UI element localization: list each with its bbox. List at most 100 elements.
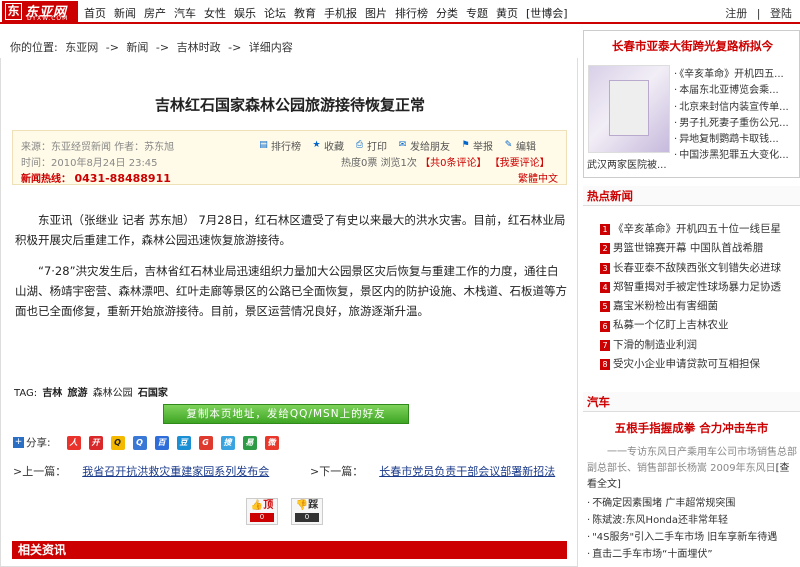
nav-item-yellowpages[interactable]: 黄页 (496, 5, 518, 21)
nav-item-mobile[interactable]: 手机报 (324, 5, 357, 21)
user-links: 注册 | 登陆 (719, 5, 792, 21)
list-item[interactable]: 北京来封信内装宣传单... (674, 100, 798, 116)
rank-badge: 2 (600, 243, 610, 255)
rank-badge: 5 (600, 301, 610, 313)
list-item[interactable]: 5 嘉宝米粉检出有害细菌 (600, 297, 781, 316)
my-comment-link[interactable]: 【我要评论】 (490, 158, 550, 169)
vote-up-button[interactable]: 👍顶 0 (246, 498, 278, 525)
share-sohu-icon[interactable]: 搜 (220, 435, 235, 450)
list-item[interactable]: 本届东北亚博览会乘... (674, 83, 798, 99)
list-item[interactable]: 7 下滑的制造业利润 (600, 336, 781, 355)
list-item[interactable]: 中国涉黑犯罪五大变化... (674, 148, 798, 164)
nav-item-education[interactable]: 教育 (294, 5, 316, 21)
tag-item[interactable]: 吉林 (42, 388, 62, 399)
share-baidu-icon[interactable]: 百 (154, 435, 169, 450)
article-tags: TAG: 吉林 旅游 森林公园 石国家 (12, 384, 168, 399)
site-logo[interactable]: 东 东亚网 DYXW.COM (2, 1, 78, 22)
hot-news-title: 《辛亥革命》开机四五十位一线巨星 (613, 223, 781, 235)
share-renren-icon[interactable]: 人 (66, 435, 81, 450)
promo-title[interactable]: 长春市亚泰大街跨光复路桥拟今 (584, 38, 800, 54)
list-item[interactable]: 《辛亥革命》开机四五... (674, 67, 798, 83)
list-item[interactable]: 4 郑智重揭对手被定性球场暴力足协透 (600, 278, 781, 297)
next-label: >下一篇： (310, 465, 364, 478)
share-qq-icon[interactable]: Q (110, 435, 125, 450)
edit-tool[interactable]: ✎ 编辑 (503, 138, 536, 153)
hot-news-title: 受灾小企业申请贷款可互相担保 (613, 358, 760, 371)
share-qqzone-icon[interactable]: Q (132, 435, 147, 450)
copy-url-button[interactable]: 复制本页地址，发给QQ/MSN上的好友 (163, 404, 409, 424)
nav-item-home[interactable]: 首页 (84, 5, 106, 21)
comment-count-link[interactable]: 【共0条评论】 (420, 158, 486, 169)
share-label-text: 分享: (26, 437, 51, 449)
favorite-tool[interactable]: ★ 收藏 (311, 138, 344, 153)
nav-item-entertainment[interactable]: 娱乐 (234, 5, 256, 21)
nav-item-expo[interactable]: [世博会] (526, 5, 568, 21)
article-tools: ▤ 排行榜 ★ 收藏 ⎙ 打印 ✉ 发给朋友 ⚑ 举报 ✎ 编辑 (258, 138, 546, 153)
nav-item-pictures[interactable]: 图片 (365, 5, 387, 21)
promo-image[interactable] (588, 65, 670, 153)
nav-item-forum[interactable]: 论坛 (264, 5, 286, 21)
list-item[interactable]: 异地复制鹦鹉卡取钱... (674, 132, 798, 148)
auto-summary: 一一专访东风日产乘用车公司市场销售总部副总部长、销售部部长杨嵩 2009年东风日… (587, 445, 797, 493)
nav-item-classified[interactable]: 分类 (436, 5, 458, 21)
breadcrumb-home[interactable]: 东亚网 (65, 41, 98, 54)
promo-caption[interactable]: 武汉两家医院被... (587, 156, 667, 171)
report-tool[interactable]: ⚑ 举报 (460, 138, 493, 153)
list-item[interactable]: 直击二手车市场“十面埋伏” (587, 546, 777, 563)
send-friend-tool[interactable]: ✉ 发给朋友 (397, 138, 450, 153)
hot-news-title: 男篮世锦赛开幕 中国队首战希腊 (613, 242, 764, 255)
list-item[interactable]: 2 男篮世锦赛开幕 中国队首战希腊 (600, 239, 781, 258)
rank-badge: 6 (600, 320, 610, 332)
list-item[interactable]: 6 私募一个亿盯上吉林农业 (600, 316, 781, 335)
edit-icon: ✎ (504, 140, 513, 150)
tag-item[interactable]: 石国家 (138, 388, 168, 399)
hotline-label: 新闻热线： (21, 174, 71, 185)
print-tool[interactable]: ⎙ 打印 (354, 138, 387, 153)
article-paragraph: 东亚讯（张继业 记者 苏东旭） 7月28日，红石林区遭受了有史以来最大的洪水灾害… (15, 213, 566, 247)
list-item[interactable]: 8 受灾小企业申请贷款可互相担保 (600, 355, 781, 374)
auto-headline[interactable]: 五根手指握成拳 合力冲击车市 (583, 420, 800, 436)
breadcrumb-politics[interactable]: 吉林时政 (177, 41, 221, 54)
vote-down-button[interactable]: 👎踩 0 (291, 498, 323, 525)
nav-item-ranking[interactable]: 排行榜 (395, 5, 428, 21)
article-paragraph: “7·28”洪灾发生后，吉林省红石林业局迅速组织力量加大公园景区灾后恢复与重建工… (15, 264, 567, 318)
ranking-tool[interactable]: ▤ 排行榜 (258, 138, 301, 153)
nav-item-auto[interactable]: 汽车 (174, 5, 196, 21)
list-item[interactable]: 男子扎死妻子重伤公兄... (674, 116, 798, 132)
nav-item-housing[interactable]: 房产 (144, 5, 166, 21)
thumbs-down-icon: 👎踩 (295, 500, 319, 511)
rank-badge: 4 (600, 282, 610, 294)
nav-item-topics[interactable]: 专题 (466, 5, 488, 21)
traditional-chinese-link[interactable]: 繁體中文 (518, 170, 558, 185)
tag-item[interactable]: 旅游 (68, 388, 88, 399)
share-bar: + 分享: 人 开 Q Q 百 豆 G 搜 易 微 (13, 435, 287, 450)
tool-label: 收藏 (324, 142, 344, 153)
share-netease-icon[interactable]: 易 (242, 435, 257, 450)
tag-item[interactable]: 森林公园 (93, 388, 133, 399)
register-link[interactable]: 注册 (725, 7, 747, 20)
tool-label: 举报 (473, 142, 493, 153)
breadcrumb-news[interactable]: 新闻 (126, 41, 148, 54)
list-item[interactable]: "4S服务"引入二手车市场 旧车享新车待遇 (587, 529, 777, 546)
auto-section-header: 汽车 (583, 392, 800, 412)
promo-box: 长春市亚泰大街跨光复路桥拟今 武汉两家医院被... 《辛亥革命》开机四五... … (583, 30, 800, 178)
list-item[interactable]: 不确定因素围堵 广丰超常规突围 (587, 495, 777, 512)
prev-article-link[interactable]: 我省召开抗洪救灾重建家园系列发布会 (82, 465, 269, 478)
list-item[interactable]: 1 《辛亥革命》开机四五十位一线巨星 (600, 220, 781, 239)
list-item[interactable]: 陈斌波:东风Honda还非常年轻 (587, 512, 777, 529)
share-kaixin-icon[interactable]: 开 (88, 435, 103, 450)
logo-mark: 东 (5, 3, 22, 20)
share-weibo-icon[interactable]: 微 (264, 435, 279, 450)
login-link[interactable]: 登陆 (770, 7, 792, 20)
share-douban-icon[interactable]: 豆 (176, 435, 191, 450)
product-bag-image (609, 80, 649, 136)
nav-item-news[interactable]: 新闻 (114, 5, 136, 21)
hotline-number: 0431-88488911 (74, 172, 171, 185)
article-source: 来源：东亚经贸新闻 作者：苏东旭 (21, 142, 175, 153)
plus-icon: + (13, 437, 24, 448)
next-article-link[interactable]: 长春市党员负责干部会议部署新招法 (379, 465, 555, 478)
vote-up-label: 顶 (263, 500, 274, 511)
nav-item-women[interactable]: 女性 (204, 5, 226, 21)
list-item[interactable]: 3 长春亚泰不敌陕西张文钊错失必进球 (600, 259, 781, 278)
share-google-icon[interactable]: G (198, 435, 213, 450)
